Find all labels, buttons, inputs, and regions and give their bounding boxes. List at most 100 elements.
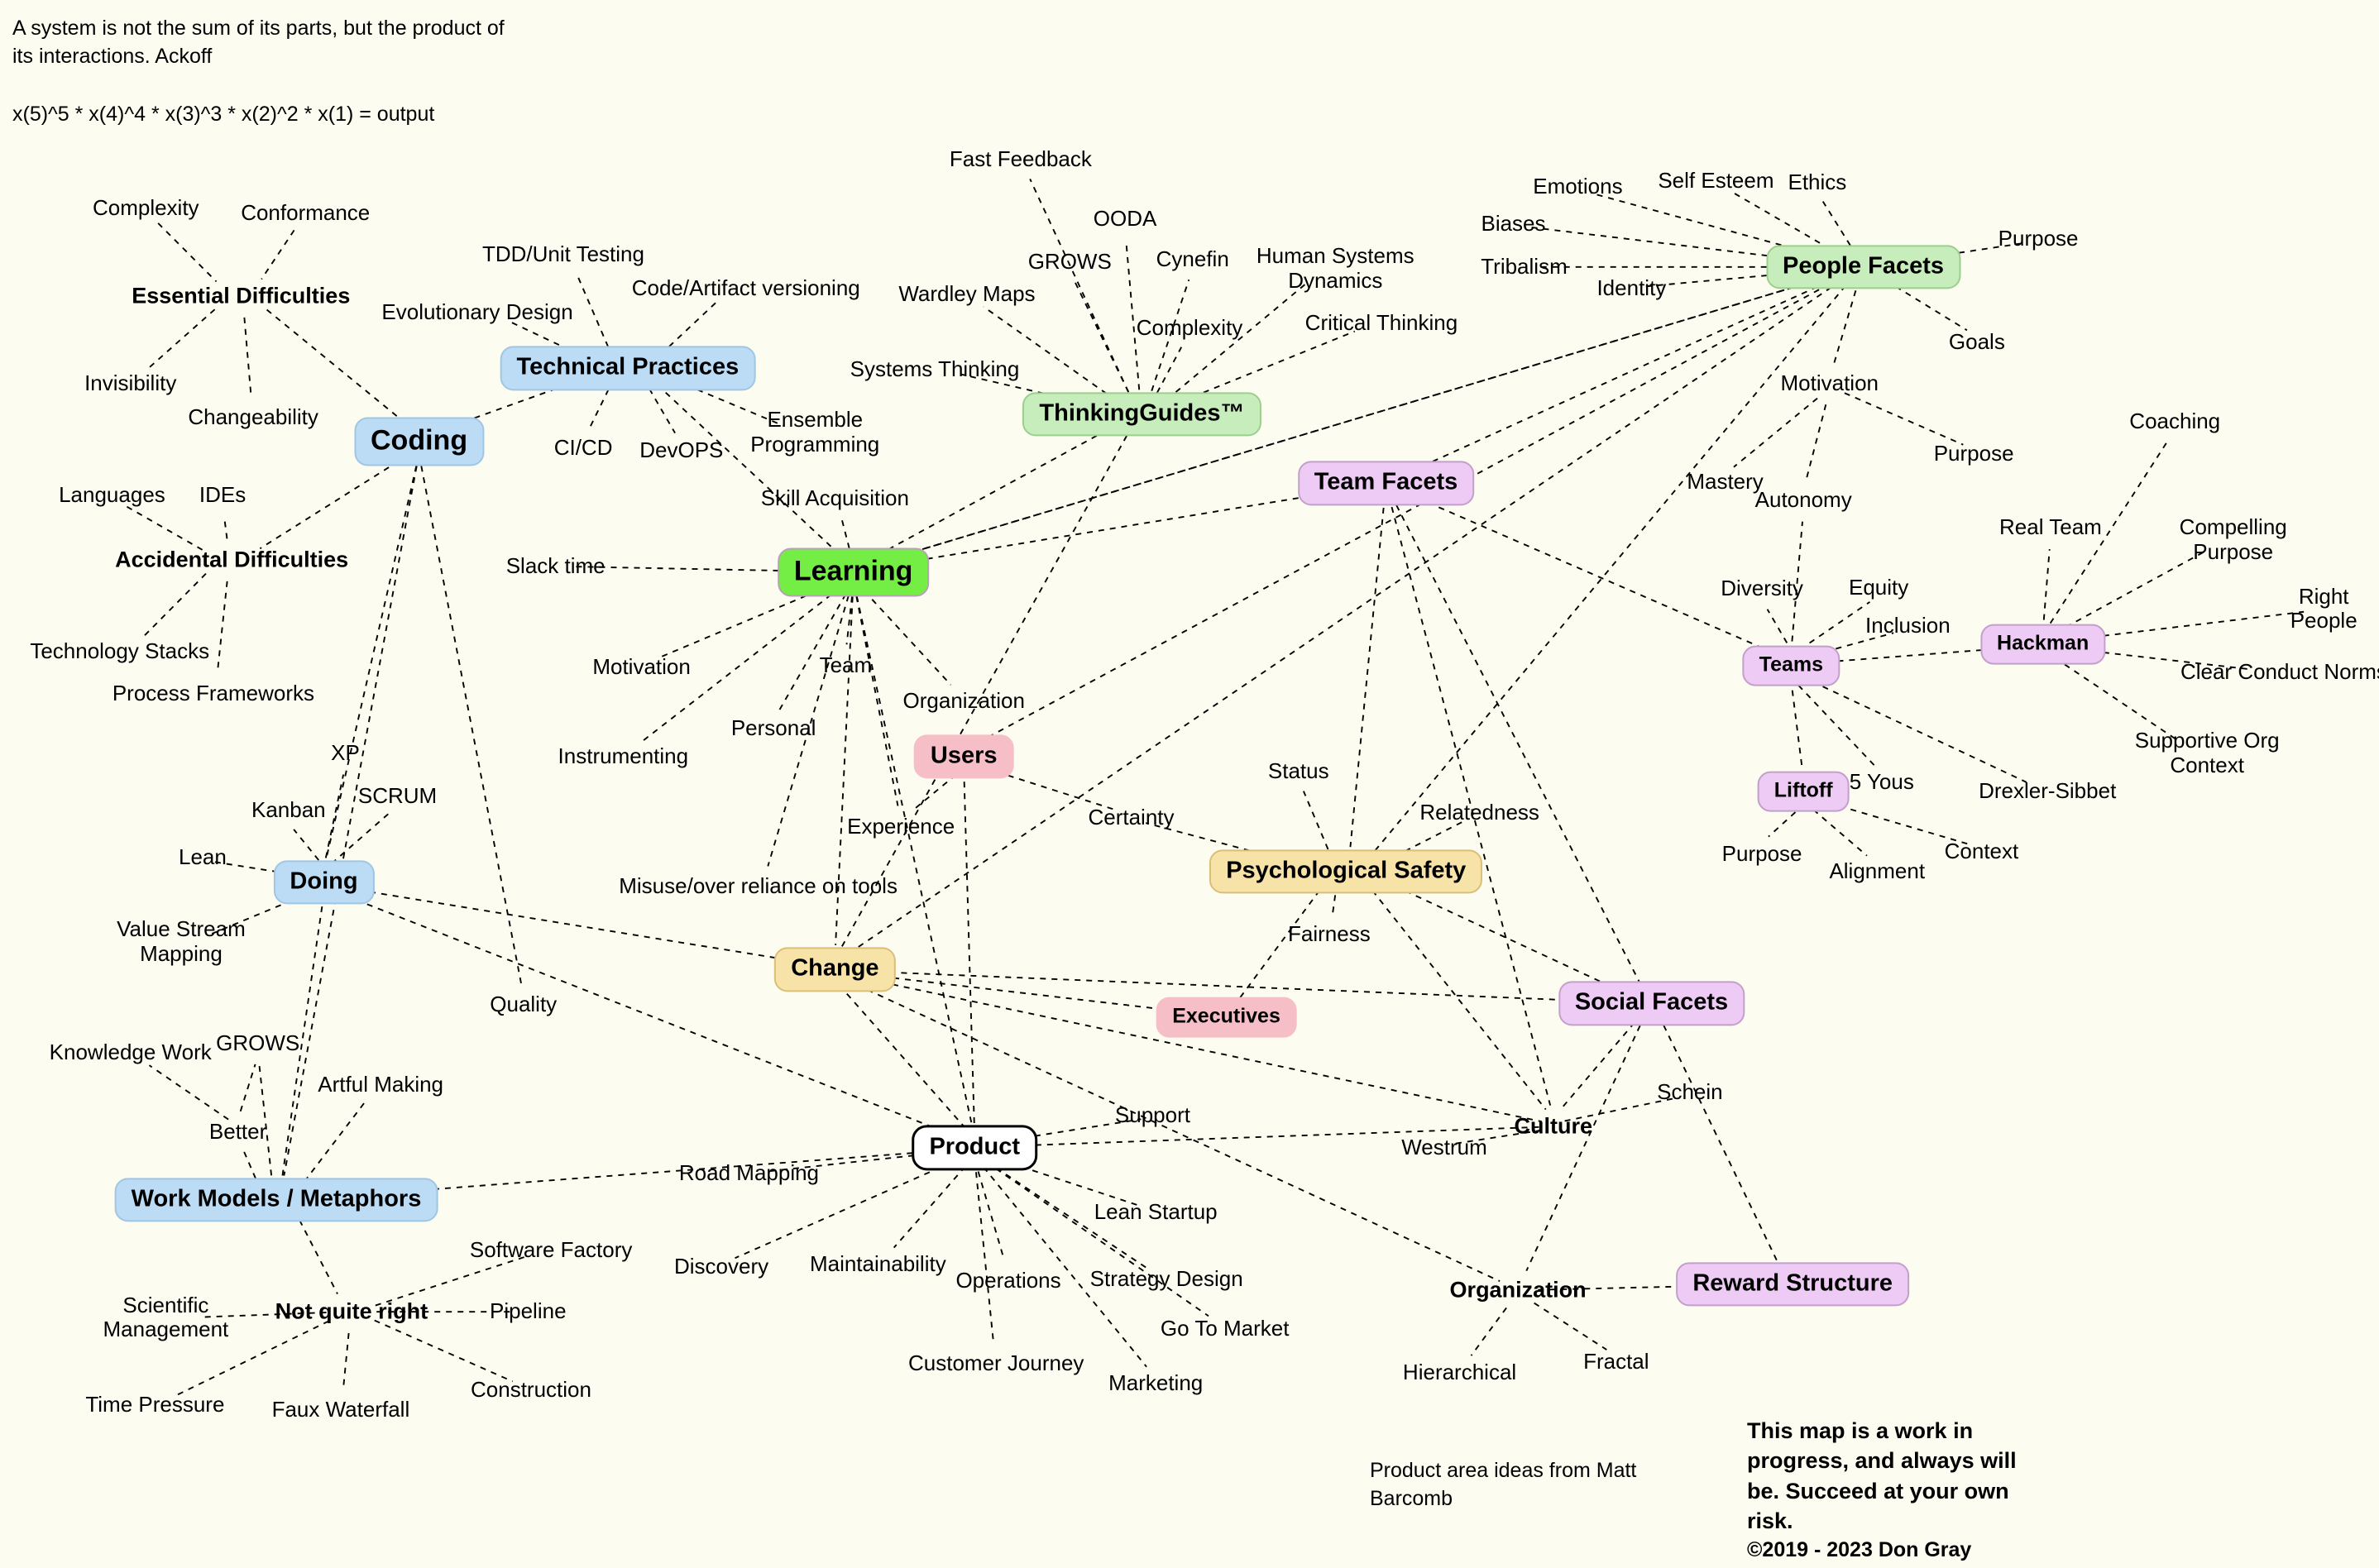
edge <box>1333 895 1335 913</box>
edge <box>1845 393 1963 445</box>
edge <box>158 223 216 282</box>
edge <box>244 1151 256 1178</box>
edge <box>294 829 318 860</box>
node-construction: Construction <box>471 1376 591 1402</box>
node-process_frameworks: Process Frameworks <box>112 680 314 705</box>
node-executives[interactable]: Executives <box>1156 997 1297 1038</box>
node-skill_acquisition: Skill Acquisition <box>760 485 909 510</box>
node-wardley_maps: Wardley Maps <box>898 281 1036 307</box>
edge <box>375 1321 513 1382</box>
node-go_to_market: Go To Market <box>1160 1315 1290 1341</box>
node-not_quite_right: Not quite right <box>275 1298 428 1324</box>
edge <box>1800 602 1869 650</box>
node-organization_learning: Organization <box>902 687 1025 713</box>
node-change[interactable]: Change <box>774 947 896 992</box>
node-goals: Goals <box>1948 328 2005 354</box>
node-human_systems_dynamics: Human Systems Dynamics <box>1256 242 1414 293</box>
node-team_facets[interactable]: Team Facets <box>1297 461 1475 506</box>
edge <box>2044 549 2050 619</box>
node-artful_making: Artful Making <box>318 1071 444 1097</box>
edge <box>261 230 294 279</box>
node-knowledge_work: Knowledge Work <box>49 1039 212 1064</box>
edge <box>1807 404 1826 479</box>
node-operations: Operations <box>955 1268 1061 1293</box>
node-people_facets[interactable]: People Facets <box>1766 245 1961 289</box>
edge <box>974 279 1840 744</box>
edge <box>335 892 961 1139</box>
edge <box>1407 494 1780 656</box>
node-complexity_tg: Complexity <box>1136 315 1243 341</box>
edge <box>218 581 227 672</box>
node-devops: DevOPS <box>639 437 724 463</box>
node-social_facets[interactable]: Social Facets <box>1558 981 1745 1025</box>
node-reward_structure[interactable]: Reward Structure <box>1676 1262 1910 1307</box>
node-time_pressure: Time Pressure <box>85 1392 225 1417</box>
edge <box>856 596 898 806</box>
node-doing[interactable]: Doing <box>273 860 375 905</box>
node-ooda: OODA <box>1093 206 1157 232</box>
edge <box>244 318 251 396</box>
quote-note: A system is not the sum of its parts, bu… <box>12 17 505 68</box>
node-organization_hub: Organization <box>1449 1277 1587 1303</box>
node-technical_practices[interactable]: Technical Practices <box>500 346 756 390</box>
edge <box>843 989 966 1128</box>
node-kanban: Kanban <box>251 796 326 822</box>
node-product[interactable]: Product <box>912 1125 1037 1171</box>
mind-map-canvas: Complexity Conformance Essential Difficult… <box>0 0 2379 1568</box>
node-supportive_org_context: Supportive Org Context <box>2134 728 2280 777</box>
edge <box>1373 285 1845 853</box>
edge <box>241 1064 256 1111</box>
node-right_people: Right People <box>2290 583 2357 633</box>
edge <box>1823 202 1850 246</box>
node-five_yous: 5 Yous <box>1849 769 1914 795</box>
node-complexity_ed: Complexity <box>92 195 199 221</box>
node-context_liftoff: Context <box>1944 838 2019 863</box>
node-purpose_people: Purpose <box>1998 226 2079 251</box>
node-pipeline: Pipeline <box>490 1298 567 1324</box>
node-conformance: Conformance <box>241 199 371 225</box>
edge <box>870 487 1364 568</box>
edge <box>589 390 608 429</box>
node-grows_tg: GROWS <box>1027 249 1112 275</box>
node-fractal: Fractal <box>1583 1349 1649 1374</box>
node-learning[interactable]: Learning <box>777 547 930 597</box>
edge <box>260 455 408 548</box>
node-tdd_unit_testing: TDD/Unit Testing <box>481 241 644 267</box>
edge <box>1472 1307 1507 1355</box>
node-status: Status <box>1267 758 1329 784</box>
node-teams[interactable]: Teams <box>1742 645 1840 686</box>
node-technology_stacks: Technology Stacks <box>30 638 210 664</box>
node-hackman[interactable]: Hackman <box>1980 624 2106 665</box>
edge <box>1793 691 1802 767</box>
node-identity: Identity <box>1596 275 1667 300</box>
node-work_models_metaphors[interactable]: Work Models / Metaphors <box>114 1178 438 1222</box>
node-experience: Experience <box>847 813 955 839</box>
node-marketing: Marketing <box>1108 1370 1204 1396</box>
edge <box>1534 1303 1607 1350</box>
edge <box>304 1101 366 1182</box>
edge <box>343 1333 349 1389</box>
node-compelling_purpose: Compelling Purpose <box>2179 514 2287 565</box>
node-diversity: Diversity <box>1721 576 1803 601</box>
node-thinking_guides[interactable]: ThinkingGuides™ <box>1022 392 1261 437</box>
node-ensemble_programming: Ensemble Programming <box>750 407 880 457</box>
edge <box>326 775 343 858</box>
node-coding[interactable]: Coding <box>354 417 485 466</box>
node-liftoff[interactable]: Liftoff <box>1757 771 1850 812</box>
node-cynefin: Cynefin <box>1156 246 1229 271</box>
node-changeability: Changeability <box>188 404 318 429</box>
edge <box>864 591 951 686</box>
node-code_artifact_versioning: Code/Artifact versioning <box>631 275 860 300</box>
edge <box>1526 1025 1639 1270</box>
node-systems_thinking: Systems Thinking <box>850 356 1020 382</box>
edge <box>332 813 390 864</box>
node-users[interactable]: Users <box>913 734 1014 779</box>
node-discovery: Discovery <box>673 1254 769 1279</box>
node-evolutionary_design: Evolutionary Design <box>381 299 573 325</box>
edge <box>149 1065 228 1119</box>
edge <box>1834 290 1855 363</box>
edge <box>125 506 202 550</box>
edge <box>1768 610 1788 643</box>
node-lean: Lean <box>179 844 227 870</box>
node-psychological_safety[interactable]: Psychological Safety <box>1209 849 1483 894</box>
